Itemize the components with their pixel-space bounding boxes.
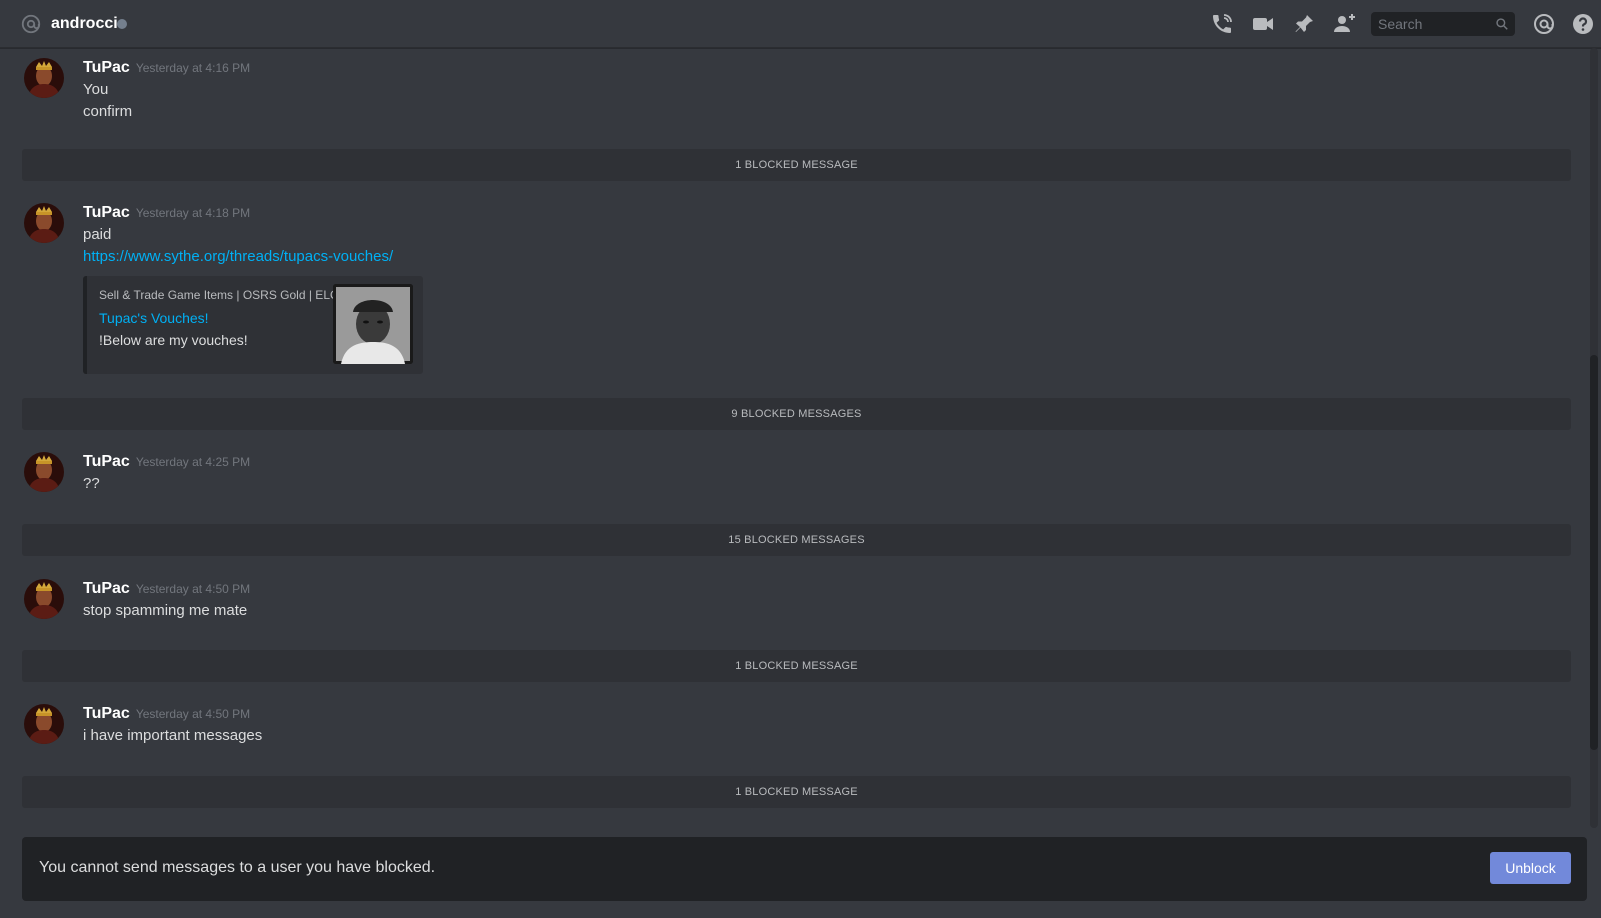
- blocked-notice-text: You cannot send messages to a user you h…: [39, 859, 436, 876]
- add-friend-icon[interactable]: [1333, 12, 1357, 36]
- message-text: i have important messages: [83, 727, 263, 744]
- message-author[interactable]: TuPac Yesterday at 4:25 PM: [83, 452, 250, 472]
- status-indicator: [117, 19, 127, 29]
- video-camera-icon[interactable]: [1251, 12, 1275, 36]
- message-text: stop spamming me mate: [83, 602, 248, 619]
- phone-call-icon[interactable]: [1210, 12, 1234, 36]
- message-timestamp: Yesterday at 4:18 PM: [135, 206, 251, 220]
- embed-title[interactable]: Tupac's Vouches!: [99, 310, 209, 326]
- search-icon: [1496, 18, 1508, 30]
- search-box[interactable]: [1371, 12, 1515, 36]
- scrollbar-thumb[interactable]: [1590, 355, 1598, 750]
- message-timestamp: Yesterday at 4:25 PM: [135, 455, 251, 469]
- channel-header: androcci: [0, 0, 1601, 48]
- message-author[interactable]: TuPac Yesterday at 4:16 PM: [83, 58, 250, 78]
- message-text: You: [83, 81, 109, 98]
- message-author[interactable]: TuPac Yesterday at 4:18 PM: [83, 203, 250, 223]
- message-list: TuPac Yesterday at 4:16 PM You confirm 1 …: [0, 48, 1601, 828]
- message-link[interactable]: https://www.sythe.org/threads/tupacs-vou…: [83, 248, 393, 265]
- at-icon: [21, 14, 41, 34]
- mentions-icon[interactable]: [1532, 12, 1556, 36]
- avatar[interactable]: [24, 579, 64, 619]
- avatar[interactable]: [24, 452, 64, 492]
- help-icon[interactable]: [1571, 12, 1595, 36]
- blocked-messages-notice[interactable]: 1 BLOCKED MESSAGE: [22, 650, 1571, 682]
- pin-icon[interactable]: [1292, 12, 1316, 36]
- embed-provider[interactable]: Sell & Trade Game Items | OSRS Gold | EL…: [99, 288, 339, 302]
- blocked-messages-notice[interactable]: 1 BLOCKED MESSAGE: [22, 776, 1571, 808]
- search-input[interactable]: [1371, 12, 1496, 36]
- message-timestamp: Yesterday at 4:50 PM: [135, 582, 251, 596]
- blocked-messages-notice[interactable]: 9 BLOCKED MESSAGES: [22, 398, 1571, 430]
- avatar[interactable]: [24, 203, 64, 243]
- unblock-button[interactable]: Unblock: [1490, 852, 1571, 884]
- message-timestamp: Yesterday at 4:50 PM: [135, 707, 251, 721]
- embed-thumbnail[interactable]: [333, 284, 413, 364]
- channel-name: androcci: [51, 15, 118, 32]
- message-author[interactable]: TuPac Yesterday at 4:50 PM: [83, 704, 250, 724]
- blocked-messages-notice[interactable]: 1 BLOCKED MESSAGE: [22, 149, 1571, 181]
- avatar[interactable]: [24, 58, 64, 98]
- message-text: paid: [83, 226, 112, 243]
- message-timestamp: Yesterday at 4:16 PM: [135, 61, 251, 75]
- link-embed: Sell & Trade Game Items | OSRS Gold | EL…: [83, 276, 423, 374]
- embed-description: !Below are my vouches!: [99, 332, 248, 348]
- message-text: ??: [83, 475, 100, 492]
- avatar[interactable]: [24, 704, 64, 744]
- blocked-messages-notice[interactable]: 15 BLOCKED MESSAGES: [22, 524, 1571, 556]
- message-author[interactable]: TuPac Yesterday at 4:50 PM: [83, 579, 250, 599]
- blocked-user-bar: You cannot send messages to a user you h…: [22, 837, 1587, 901]
- message-text: confirm: [83, 103, 133, 120]
